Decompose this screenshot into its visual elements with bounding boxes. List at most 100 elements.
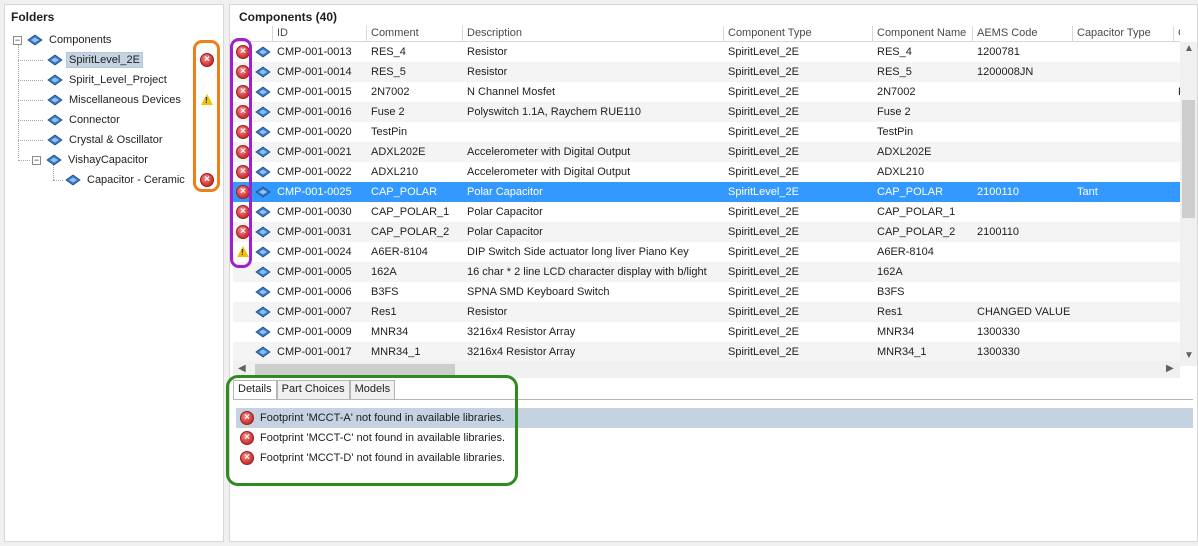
folder-item[interactable]: Connector <box>47 110 123 130</box>
table-row[interactable]: × CMP-001-0013 RES_4 Resistor SpiritLevel_2E… <box>233 42 1180 62</box>
table-row[interactable]: CMP-001-0007 Res1 Resistor SpiritLevel_2E Re… <box>233 302 1180 322</box>
scroll-right-icon[interactable]: ▶ <box>1166 363 1174 374</box>
table-cell: SpiritLevel_2E <box>728 246 799 258</box>
component-library-icon <box>65 174 81 186</box>
folder-item[interactable]: Miscellaneous Devices <box>47 90 184 110</box>
table-cell: Resistor <box>467 46 508 58</box>
table-cell <box>1073 122 1174 142</box>
error-icon: × <box>236 65 250 79</box>
tab-models[interactable]: Models <box>349 380 396 399</box>
column-header[interactable]: Cate <box>1174 26 1180 42</box>
horizontal-scrollbar[interactable]: ◀ ▶ <box>233 361 1180 378</box>
table-row[interactable]: × CMP-001-0025 CAP_POLAR Polar Capacitor Spi… <box>233 182 1180 202</box>
vertical-scroll-thumb[interactable] <box>1182 100 1195 218</box>
folder-item[interactable]: − VishayCapacitor <box>32 150 151 170</box>
column-header-status[interactable] <box>233 26 273 42</box>
folder-status <box>197 90 217 110</box>
folder-item[interactable]: SpiritLevel_2E <box>47 50 143 70</box>
column-header[interactable]: AEMS Code <box>973 26 1073 42</box>
table-cell: Polar Capacitor <box>467 206 543 218</box>
table-cell: 1200781 <box>977 46 1020 58</box>
error-icon: × <box>236 205 250 219</box>
table-cell: B3FS <box>877 286 905 298</box>
table-cell: SpiritLevel_2E <box>728 46 799 58</box>
table-cell: CMP-001-0030 <box>277 206 352 218</box>
message-item[interactable]: × Footprint 'MCCT-A' not found in availab… <box>236 408 1193 428</box>
table-cell: CMP-001-0022 <box>277 166 352 178</box>
column-header[interactable]: Comment <box>367 26 463 42</box>
table-row[interactable]: CMP-001-0006 B3FS SPNA SMD Keyboard Switch… <box>233 282 1180 302</box>
component-library-icon <box>47 74 63 86</box>
folder-item[interactable]: Capacitor - Ceramic <box>65 170 188 190</box>
row-status: × <box>233 42 251 62</box>
table-row[interactable]: CMP-001-0017 MNR34_1 3216x4 Resistor Array… <box>233 342 1180 362</box>
folder-label: VishayCapacitor <box>68 154 148 166</box>
horizontal-scroll-thumb[interactable] <box>255 364 455 375</box>
table-cell: A6ER-8104 <box>877 246 934 258</box>
scroll-up-icon[interactable]: ▲ <box>1184 43 1194 54</box>
folder-item[interactable]: − Components <box>13 30 114 50</box>
row-status: × <box>233 182 251 202</box>
folder-label: Connector <box>69 114 120 126</box>
table-cell: MNR34 <box>877 326 915 338</box>
table-cell: 2100110 <box>977 186 1020 198</box>
scroll-left-icon[interactable]: ◀ <box>238 363 246 374</box>
table-row[interactable]: CMP-001-0024 A6ER-8104 DIP Switch Side act… <box>233 242 1180 262</box>
table-row[interactable]: CMP-001-0009 MNR34 3216x4 Resistor Array Sp… <box>233 322 1180 342</box>
component-library-icon <box>27 34 43 46</box>
tree-connector-line <box>18 160 30 161</box>
table-cell: CMP-001-0014 <box>277 66 352 78</box>
message-item[interactable]: × Footprint 'MCCT-C' not found in availab… <box>236 428 1193 448</box>
component-icon <box>255 46 271 58</box>
table-cell <box>1073 142 1174 162</box>
table-cell: Fuse 2 <box>371 106 405 118</box>
table-row[interactable]: × CMP-001-0016 Fuse 2 Polyswitch 1.1A, Rayc… <box>233 102 1180 122</box>
column-header[interactable]: Capacitor Type <box>1073 26 1174 42</box>
table-cell <box>1073 262 1174 282</box>
tab-details[interactable]: Details <box>233 380 277 399</box>
row-status: × <box>233 202 251 222</box>
table-cell: SpiritLevel_2E <box>728 326 799 338</box>
table-row[interactable]: × CMP-001-0014 RES_5 Resistor SpiritLevel_2E… <box>233 62 1180 82</box>
component-icon <box>255 346 271 358</box>
column-header[interactable]: ID <box>273 26 367 42</box>
table-row[interactable]: × CMP-001-0015 2N7002 N Channel Mosfet Spiri… <box>233 82 1180 102</box>
table-cell <box>973 142 1073 162</box>
folder-label: Capacitor - Ceramic <box>87 174 185 186</box>
table-row[interactable]: × CMP-001-0020 TestPin SpiritLevel_2E TestPi… <box>233 122 1180 142</box>
table-row[interactable]: × CMP-001-0021 ADXL202E Accelerometer with … <box>233 142 1180 162</box>
table-cell: MNR34 <box>371 326 409 338</box>
table-cell: MNR34_1 <box>371 346 421 358</box>
collapse-icon[interactable]: − <box>13 35 22 45</box>
table-row[interactable]: × CMP-001-0031 CAP_POLAR_2 Polar Capacitor S… <box>233 222 1180 242</box>
row-status: × <box>233 122 251 142</box>
collapse-icon[interactable]: − <box>32 155 41 165</box>
column-header[interactable]: Description <box>463 26 724 42</box>
table-row[interactable]: × CMP-001-0022 ADXL210 Accelerometer with D… <box>233 162 1180 182</box>
column-header[interactable]: Component Name <box>873 26 973 42</box>
message-item[interactable]: × Footprint 'MCCT-D' not found in availab… <box>236 448 1193 468</box>
table-cell: 2N7002 <box>877 86 916 98</box>
folder-item[interactable]: Spirit_Level_Project <box>47 70 170 90</box>
tab-part-choices[interactable]: Part Choices <box>276 380 350 399</box>
components-grid: ID Comment Description Component Type Compon… <box>233 26 1180 366</box>
folder-item[interactable]: Crystal & Oscillator <box>47 130 166 150</box>
table-row[interactable]: CMP-001-0005 162A 16 char * 2 line LCD cha… <box>233 262 1180 282</box>
component-icon <box>255 286 271 298</box>
warning-icon <box>237 246 249 257</box>
table-cell: B3FS <box>371 286 399 298</box>
table-cell: SpiritLevel_2E <box>728 346 799 358</box>
table-cell: 1300330 <box>977 326 1020 338</box>
table-cell: 1200008JN <box>977 66 1034 78</box>
column-header[interactable]: Component Type <box>724 26 873 42</box>
table-row[interactable]: × CMP-001-0030 CAP_POLAR_1 Polar Capacitor S… <box>233 202 1180 222</box>
vertical-scrollbar[interactable]: ▲ ▼ <box>1180 42 1197 366</box>
error-icon: × <box>200 173 214 187</box>
table-cell: SpiritLevel_2E <box>728 206 799 218</box>
component-icon <box>255 66 271 78</box>
table-cell: SpiritLevel_2E <box>728 226 799 238</box>
error-icon: × <box>240 451 254 465</box>
table-cell: TestPin <box>371 126 408 138</box>
table-cell <box>1073 162 1174 182</box>
scroll-down-icon[interactable]: ▼ <box>1184 350 1194 361</box>
